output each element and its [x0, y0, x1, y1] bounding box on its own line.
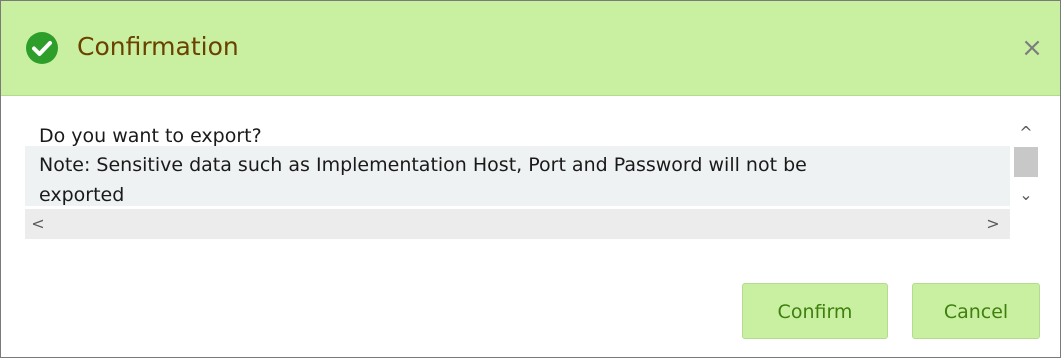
confirm-button[interactable]: Confirm [742, 283, 888, 339]
scroll-up-arrow-icon[interactable]: ^ [1016, 123, 1036, 143]
scrollbar-corner [1010, 209, 1042, 239]
vertical-scrollbar[interactable]: ^ ⌄ [1010, 121, 1042, 209]
confirmation-dialog: Confirmation × Do you want to export? No… [0, 0, 1061, 358]
dialog-header: Confirmation × [1, 1, 1060, 96]
check-circle-icon [26, 32, 58, 64]
dialog-title: Confirmation [77, 32, 239, 61]
vertical-scrollbar-thumb[interactable] [1014, 147, 1038, 177]
cancel-button[interactable]: Cancel [912, 283, 1040, 339]
scroll-down-arrow-icon[interactable]: ⌄ [1016, 185, 1036, 205]
message-line-question: Do you want to export? [39, 125, 262, 147]
scroll-left-arrow-icon[interactable]: < [31, 214, 45, 234]
horizontal-scrollbar[interactable]: < > [25, 209, 1010, 239]
message-line-note-continued: exported [39, 184, 125, 206]
close-icon[interactable]: × [1015, 31, 1049, 65]
message-scroll-area: Do you want to export? Note: Sensitive d… [25, 121, 1042, 239]
message-content: Do you want to export? Note: Sensitive d… [25, 121, 1010, 209]
message-line-note: Note: Sensitive data such as Implementat… [39, 154, 807, 176]
scroll-right-arrow-icon[interactable]: > [986, 214, 1000, 234]
